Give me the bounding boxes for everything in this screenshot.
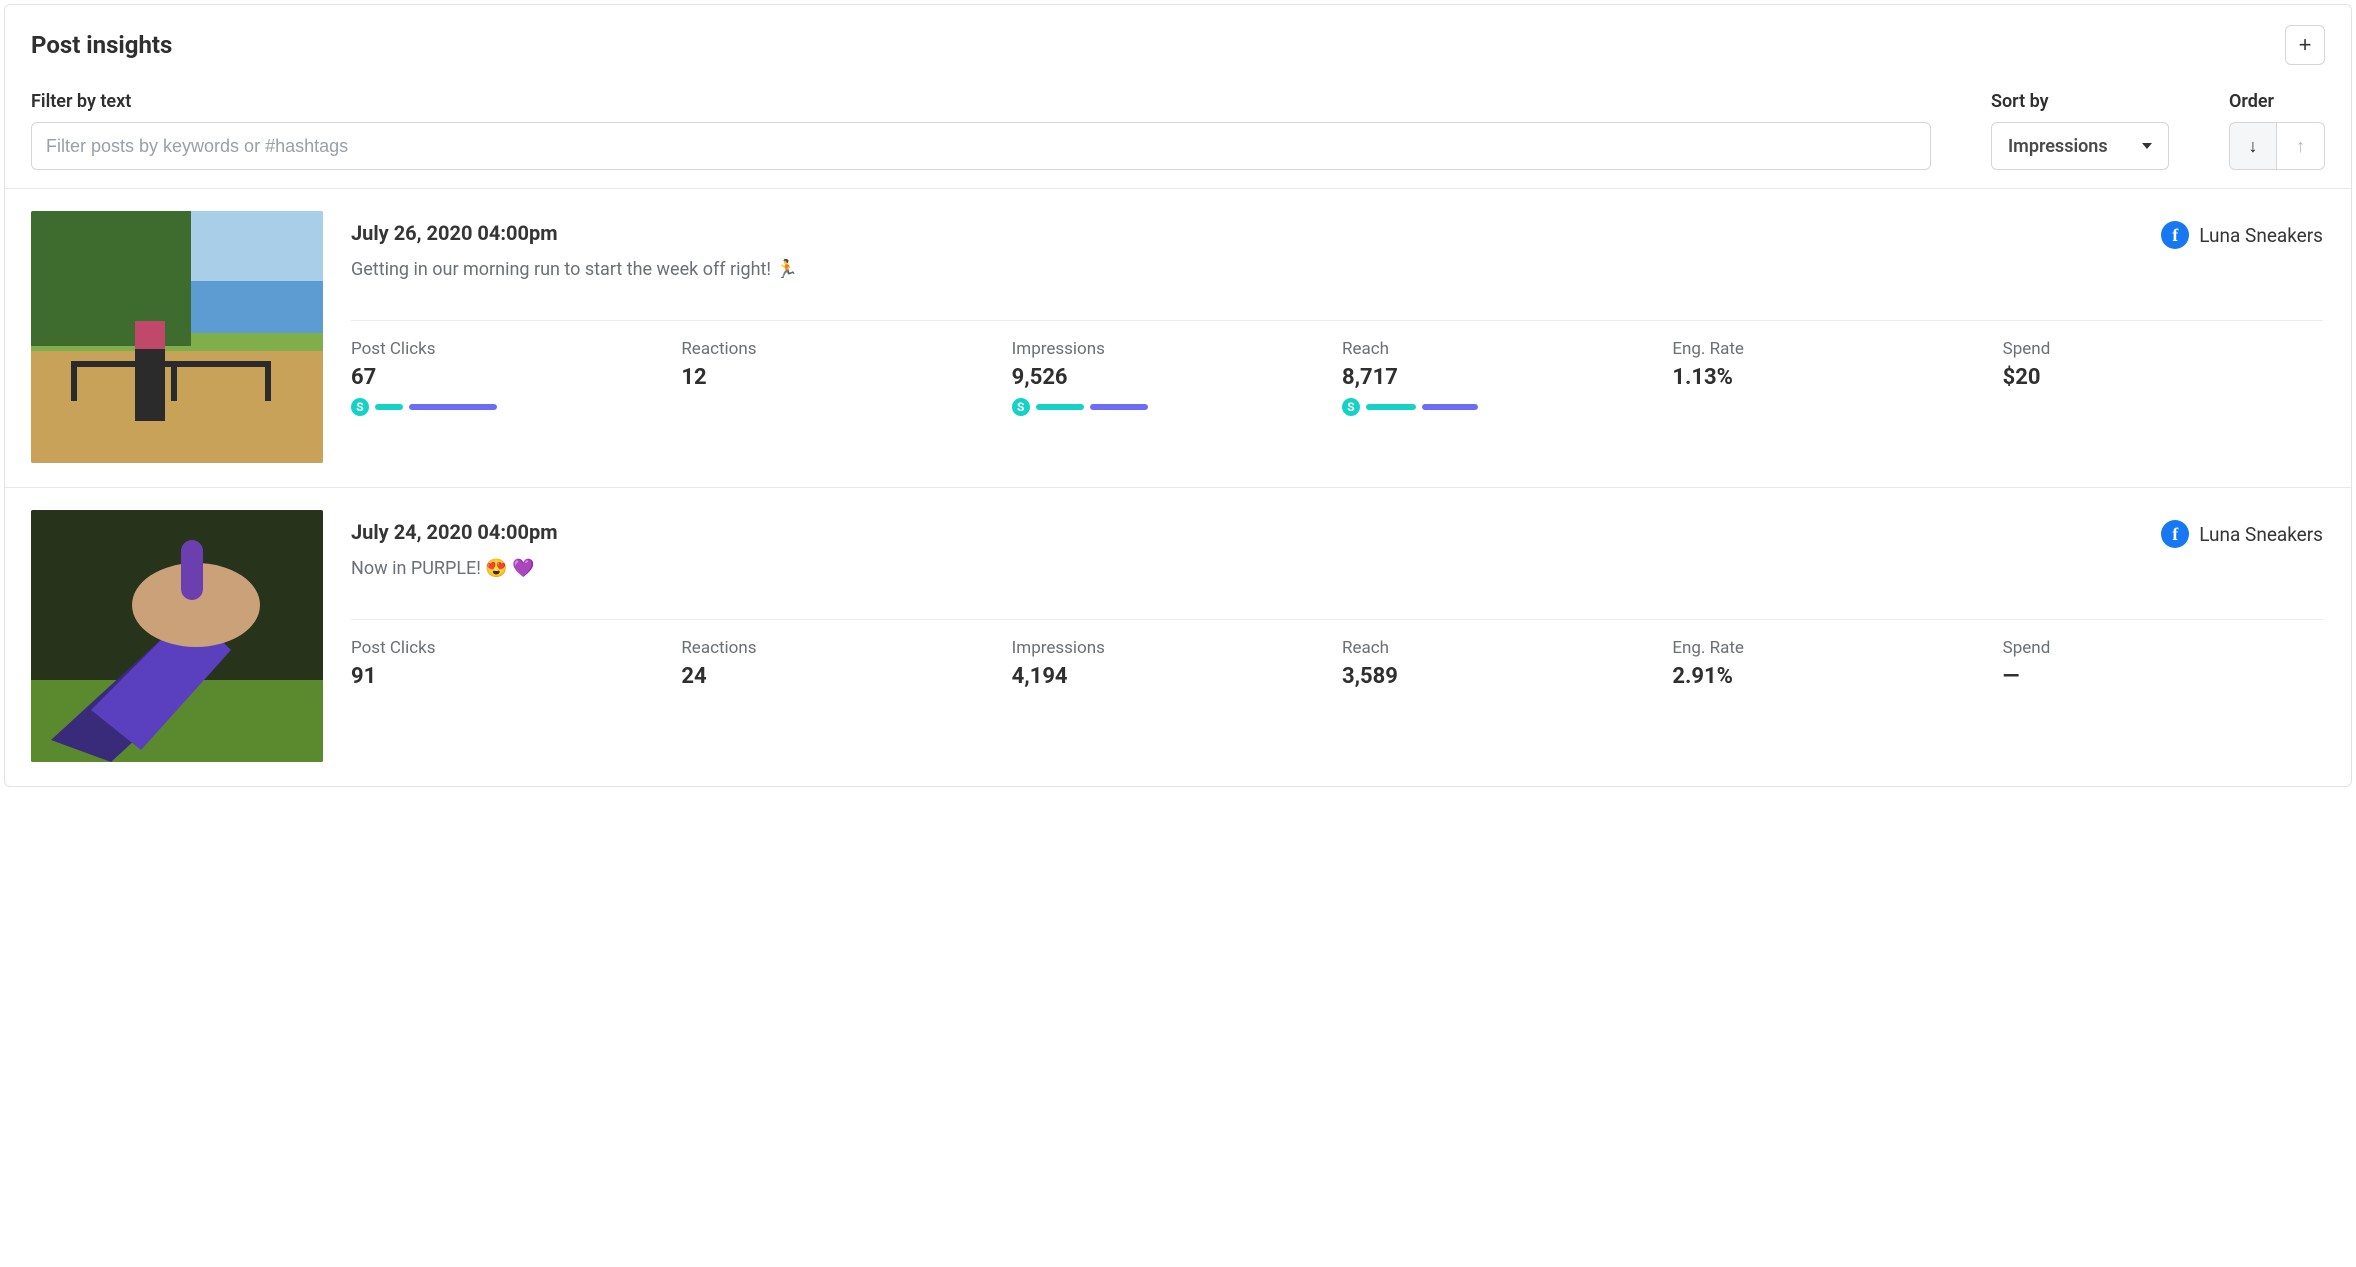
facebook-icon: f [2161,221,2189,249]
post-top: July 26, 2020 04:00pm Getting in our mor… [351,221,2323,280]
post-top: July 24, 2020 04:00pm Now in PURPLE! 😍 💜… [351,520,2323,579]
paid-organic-bar: S [351,398,671,416]
dollar-icon: S [1342,398,1360,416]
bar-paid-segment [1090,404,1148,410]
metric-label: Post Clicks [351,339,671,359]
page-title: Post insights [31,31,172,59]
bar-paid-segment [1422,404,1478,410]
metric-value: 2.91% [1672,664,1992,689]
metric-label: Reactions [681,638,1001,658]
post-caption: Getting in our morning run to start the … [351,259,2161,280]
filter-group: Filter by text [31,91,1931,170]
metric-label: Reactions [681,339,1001,359]
post-text-col: July 24, 2020 04:00pm Now in PURPLE! 😍 💜 [351,520,2161,579]
metric-eng-rate: Eng. Rate 2.91% [1672,638,1992,689]
paid-organic-bar: S [1012,398,1332,416]
order-desc-button[interactable]: ↓ [2229,122,2277,170]
sort-group: Sort by Impressions [1991,91,2169,170]
bar-organic-segment [375,404,403,410]
bar-organic-segment [1036,404,1084,410]
filter-input[interactable] [31,122,1931,170]
chevron-down-icon [2142,143,2152,149]
post-body: July 24, 2020 04:00pm Now in PURPLE! 😍 💜… [351,510,2323,762]
metrics-grid: Post Clicks 91 Reactions 24 Impressions … [351,638,2323,689]
metrics-grid: Post Clicks 67 S Reactions 12 Impression… [351,339,2323,416]
metric-reactions: Reactions 12 [681,339,1001,416]
metric-value: 67 [351,365,671,390]
metric-value: 12 [681,365,1001,390]
metric-value: 1.13% [1672,365,1992,390]
metric-label: Impressions [1012,339,1332,359]
metric-value: 3,589 [1342,664,1662,689]
metric-value: $20 [2003,365,2323,390]
post-date: July 26, 2020 04:00pm [351,221,2161,245]
metric-label: Post Clicks [351,638,671,658]
post-row: July 26, 2020 04:00pm Getting in our mor… [5,188,2351,487]
metric-reactions: Reactions 24 [681,638,1001,689]
post-row: July 24, 2020 04:00pm Now in PURPLE! 😍 💜… [5,487,2351,786]
account-chip[interactable]: f Luna Sneakers [2161,221,2323,249]
controls-row: Filter by text Sort by Impressions Order… [31,91,2325,170]
dollar-icon: S [1012,398,1030,416]
add-button[interactable]: + [2285,25,2325,65]
metrics-divider [351,320,2323,321]
order-label: Order [2229,91,2325,112]
plus-icon: + [2299,32,2312,58]
metric-spend: Spend $20 [2003,339,2323,416]
sort-label: Sort by [1991,91,2169,112]
metric-spend: Spend — [2003,638,2323,689]
metric-value: — [2003,664,2323,689]
metric-post-clicks: Post Clicks 91 [351,638,671,689]
metric-value: 8,717 [1342,365,1662,390]
filter-label: Filter by text [31,91,1931,112]
post-thumbnail[interactable] [31,211,323,463]
metric-reach: Reach 8,717 S [1342,339,1662,416]
sort-select[interactable]: Impressions [1991,122,2169,170]
metric-eng-rate: Eng. Rate 1.13% [1672,339,1992,416]
arrow-down-icon: ↓ [2249,137,2258,155]
post-thumbnail[interactable] [31,510,323,762]
bar-paid-segment [409,404,497,410]
dollar-icon: S [351,398,369,416]
post-caption: Now in PURPLE! 😍 💜 [351,558,2161,579]
post-body: July 26, 2020 04:00pm Getting in our mor… [351,211,2323,463]
metric-value: 4,194 [1012,664,1332,689]
order-group: Order ↓ ↑ [2229,91,2325,170]
account-name: Luna Sneakers [2199,523,2323,546]
sort-selected-value: Impressions [2008,136,2108,157]
account-name: Luna Sneakers [2199,224,2323,247]
metric-impressions: Impressions 4,194 [1012,638,1332,689]
metric-label: Spend [2003,339,2323,359]
paid-organic-bar: S [1342,398,1662,416]
metric-label: Reach [1342,638,1662,658]
metric-label: Reach [1342,339,1662,359]
metric-value: 9,526 [1012,365,1332,390]
arrow-up-icon: ↑ [2296,137,2305,155]
metrics-divider [351,619,2323,620]
bar-organic-segment [1366,404,1416,410]
account-chip[interactable]: f Luna Sneakers [2161,520,2323,548]
post-text-col: July 26, 2020 04:00pm Getting in our mor… [351,221,2161,280]
metric-reach: Reach 3,589 [1342,638,1662,689]
metric-value: 24 [681,664,1001,689]
panel-header: Post insights + Filter by text Sort by I… [5,5,2351,188]
order-asc-button[interactable]: ↑ [2277,122,2325,170]
metric-label: Spend [2003,638,2323,658]
metric-post-clicks: Post Clicks 67 S [351,339,671,416]
title-row: Post insights + [31,25,2325,65]
post-date: July 24, 2020 04:00pm [351,520,2161,544]
metric-label: Eng. Rate [1672,339,1992,359]
facebook-icon: f [2161,520,2189,548]
metric-label: Eng. Rate [1672,638,1992,658]
post-insights-panel: Post insights + Filter by text Sort by I… [4,4,2352,787]
metric-impressions: Impressions 9,526 S [1012,339,1332,416]
metric-label: Impressions [1012,638,1332,658]
metric-value: 91 [351,664,671,689]
